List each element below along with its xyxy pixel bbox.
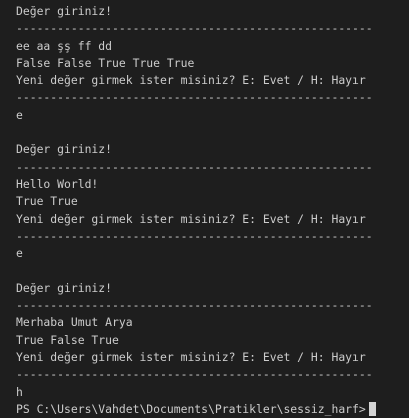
- user-input-line: Merhaba Umut Arya: [16, 315, 133, 330]
- result-line: True False True: [16, 332, 119, 347]
- terminal-panel[interactable]: Değer giriniz! -------------------------…: [0, 0, 409, 418]
- separator-line: ----------------------------------------…: [16, 159, 373, 174]
- repeat-question: Yeni değer girmek ister misiniz? E: Evet…: [16, 349, 366, 364]
- repeat-question: Yeni değer girmek ister misiniz? E: Evet…: [16, 211, 366, 226]
- separator-line: ----------------------------------------…: [16, 228, 373, 243]
- user-input-line: Hello World!: [16, 176, 99, 191]
- prompt-message: Değer giriniz!: [16, 4, 113, 18]
- result-line: True True: [16, 194, 78, 209]
- shell-prompt-line[interactable]: PS C:\Users\Vahdet\Documents\Pratikler\s…: [16, 401, 409, 418]
- shell-prompt: PS C:\Users\Vahdet\Documents\Pratikler\s…: [16, 401, 366, 416]
- repeat-question: Yeni değer girmek ister misiniz? E: Evet…: [16, 73, 366, 88]
- prompt-message: Değer giriniz!: [16, 142, 113, 157]
- user-answer: e: [16, 107, 23, 122]
- separator-line: ----------------------------------------…: [16, 367, 373, 382]
- user-input-line: ee aa şş ff dd: [16, 38, 113, 53]
- prompt-message: Değer giriniz!: [16, 280, 113, 295]
- separator-line: ----------------------------------------…: [16, 298, 373, 313]
- result-line: False False True True True: [16, 55, 195, 70]
- separator-line: ----------------------------------------…: [16, 90, 373, 105]
- user-answer: e: [16, 246, 23, 261]
- text-cursor: [368, 402, 376, 417]
- separator-line: ----------------------------------------…: [16, 21, 373, 36]
- user-answer: h: [16, 384, 23, 399]
